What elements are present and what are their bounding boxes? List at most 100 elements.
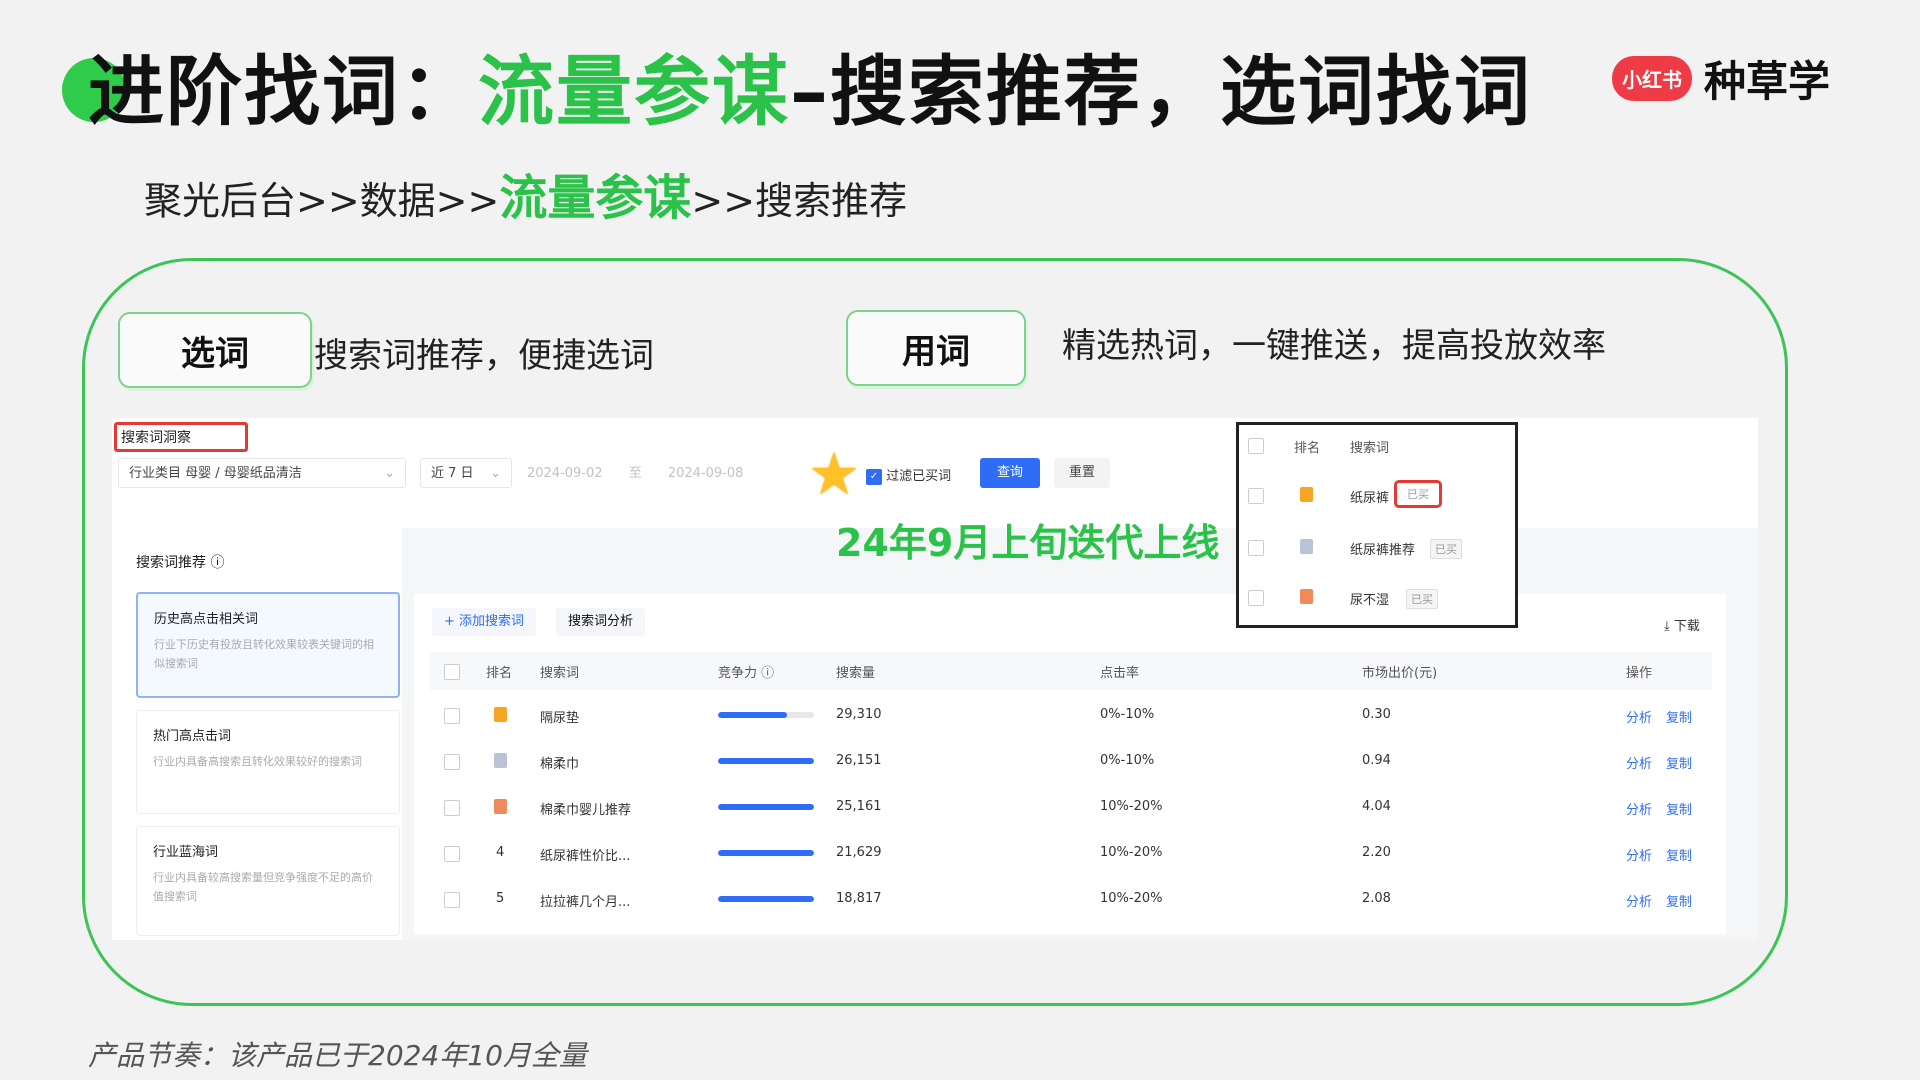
row-rank: 5 (496, 891, 505, 906)
callout-row-checkbox (1248, 590, 1264, 606)
competition-bar-fill (718, 758, 814, 764)
row-bid: 2.08 (1362, 891, 1391, 906)
rec-card-hot[interactable]: 热门高点击词 行业内具备高搜索且转化效果较好的搜索词 (136, 710, 400, 814)
checkbox-checked-icon: ✓ (866, 468, 882, 485)
industry-select-value: 行业类目 母婴 / 母婴纸品清洁 (129, 466, 302, 481)
callout-header-word: 搜索词 (1350, 441, 1390, 456)
row-volume: 29,310 (836, 707, 882, 722)
header-bid: 市场出价(元) (1362, 666, 1438, 681)
breadcrumb-prefix: 聚光后台>>数据>> (144, 179, 500, 223)
callout-header-rank: 排名 (1294, 441, 1321, 456)
slide-title: 进阶找词：流量参谋–搜索推荐，选词找词 (88, 42, 1532, 142)
competition-bar-fill (718, 712, 788, 718)
copy-link[interactable]: 复制 (1666, 707, 1692, 726)
analyze-link[interactable]: 分析 (1626, 753, 1652, 772)
rank-medal-icon (1300, 487, 1313, 502)
callout-word: 纸尿裤推荐 (1350, 543, 1416, 558)
row-keyword: 棉柔巾婴儿推荐 (540, 803, 632, 818)
header-keyword: 搜索词 (540, 666, 580, 681)
row-keyword: 棉柔巾 (540, 757, 580, 772)
row-keyword: 隔尿垫 (540, 711, 580, 726)
analyze-link[interactable]: 分析 (1626, 845, 1652, 864)
row-checkbox[interactable] (444, 754, 460, 770)
rec-card-title: 热门高点击词 (153, 729, 232, 744)
chevron-down-icon: ⌄ (490, 466, 501, 481)
copy-link[interactable]: 复制 (1666, 799, 1692, 818)
copy-link[interactable]: 复制 (1666, 753, 1692, 772)
row-rank: 4 (496, 845, 505, 860)
callout-word: 尿不湿 (1350, 593, 1390, 608)
header-volume: 搜索量 (836, 666, 876, 681)
analyze-link[interactable]: 分析 (1626, 707, 1652, 726)
row-ctr: 10%-20% (1100, 891, 1163, 906)
callout-select-all-checkbox (1248, 438, 1264, 454)
range-select[interactable]: 近 7 日 ⌄ (420, 458, 512, 488)
section-title: 搜索词推荐 ⓘ (136, 555, 225, 571)
add-keyword-button[interactable]: + 添加搜索词 (432, 608, 537, 636)
breadcrumb-highlight: 流量参谋 (499, 170, 692, 226)
rec-card-title: 历史高点击相关词 (154, 612, 259, 627)
competition-bar-fill (718, 850, 814, 856)
row-keyword: 拉拉裤几个月... (540, 895, 631, 910)
callout-row-checkbox (1248, 540, 1264, 556)
rec-card-history[interactable]: 历史高点击相关词 行业下历史有投放且转化效果较表关键词的相似搜索词 (136, 592, 400, 698)
breadcrumb-suffix: >>搜索推荐 (691, 179, 908, 223)
chevron-down-icon: ⌄ (384, 466, 395, 481)
competition-bar-fill (718, 896, 814, 902)
rec-card-desc: 行业内具备较高搜索量但竞争强度不足的高价值搜索词 (153, 871, 373, 903)
release-note: 24年9月上旬迭代上线 (836, 521, 1220, 565)
breadcrumb: 聚光后台>>数据>>流量参谋>>搜索推荐 (144, 158, 907, 228)
filter-bought-label: 过滤已买词 (886, 469, 952, 484)
callout-word: 纸尿裤 (1350, 491, 1390, 506)
rec-card-blue-ocean[interactable]: 行业蓝海词 行业内具备较高搜索量但竞争强度不足的高价值搜索词 (136, 826, 400, 936)
rank-medal-icon (494, 707, 507, 722)
date-separator: 至 (628, 466, 642, 481)
pill-select-words: 选词 (118, 312, 312, 388)
header-actions: 操作 (1626, 666, 1653, 681)
keyword-analysis-button[interactable]: 搜索词分析 (556, 608, 646, 636)
select-all-checkbox[interactable] (444, 664, 460, 680)
row-checkbox[interactable] (444, 708, 460, 724)
row-checkbox[interactable] (444, 892, 460, 908)
competition-bar (718, 712, 814, 718)
row-checkbox[interactable] (444, 800, 460, 816)
copy-link[interactable]: 复制 (1666, 891, 1692, 910)
analyze-link[interactable]: 分析 (1626, 891, 1652, 910)
rec-card-desc: 行业内具备高搜索且转化效果较好的搜索词 (153, 755, 362, 768)
competition-bar (718, 804, 814, 810)
row-bid: 2.20 (1362, 845, 1391, 860)
title-prefix: 进阶找词： (88, 47, 478, 136)
date-range-picker[interactable]: 2024-09-02 至 2024-09-08 (516, 458, 806, 488)
row-keyword: 纸尿裤性价比... (540, 849, 631, 864)
already-bought-tag: 已买 (1394, 480, 1442, 508)
range-select-value: 近 7 日 (431, 466, 474, 481)
reset-button[interactable]: 重置 (1054, 458, 1110, 488)
star-icon: ★ (808, 440, 860, 508)
competition-bar (718, 850, 814, 856)
title-highlight: 流量参谋 (478, 47, 790, 136)
analyze-link[interactable]: 分析 (1626, 799, 1652, 818)
already-bought-tag: 已买 (1430, 539, 1462, 559)
competition-bar (718, 896, 814, 902)
competition-bar (718, 758, 814, 764)
row-bid: 4.04 (1362, 799, 1391, 814)
brand-name: 种草学 (1704, 57, 1831, 106)
query-button[interactable]: 查询 (980, 458, 1040, 488)
industry-select[interactable]: 行业类目 母婴 / 母婴纸品清洁 ⌄ (118, 458, 406, 488)
header-rank: 排名 (486, 666, 513, 681)
already-bought-tag: 已买 (1406, 589, 1438, 609)
row-checkbox[interactable] (444, 846, 460, 862)
title-suffix: –搜索推荐，选词找词 (790, 47, 1532, 136)
download-button[interactable]: ⤓ 下载 (1664, 615, 1700, 634)
copy-link[interactable]: 复制 (1666, 845, 1692, 864)
row-ctr: 0%-10% (1100, 707, 1155, 722)
row-bid: 0.94 (1362, 753, 1391, 768)
keyword-table (414, 594, 1726, 934)
select-words-description: 搜索词推荐，便捷选词 (314, 336, 654, 376)
row-ctr: 10%-20% (1100, 845, 1163, 860)
filter-bought-checkbox[interactable]: ✓ 过滤已买词 (866, 465, 951, 485)
rec-card-title: 行业蓝海词 (153, 845, 219, 860)
brand-logo: 小红书 种草学 (1612, 48, 1830, 109)
row-ctr: 10%-20% (1100, 799, 1163, 814)
rank-medal-icon (494, 753, 507, 768)
